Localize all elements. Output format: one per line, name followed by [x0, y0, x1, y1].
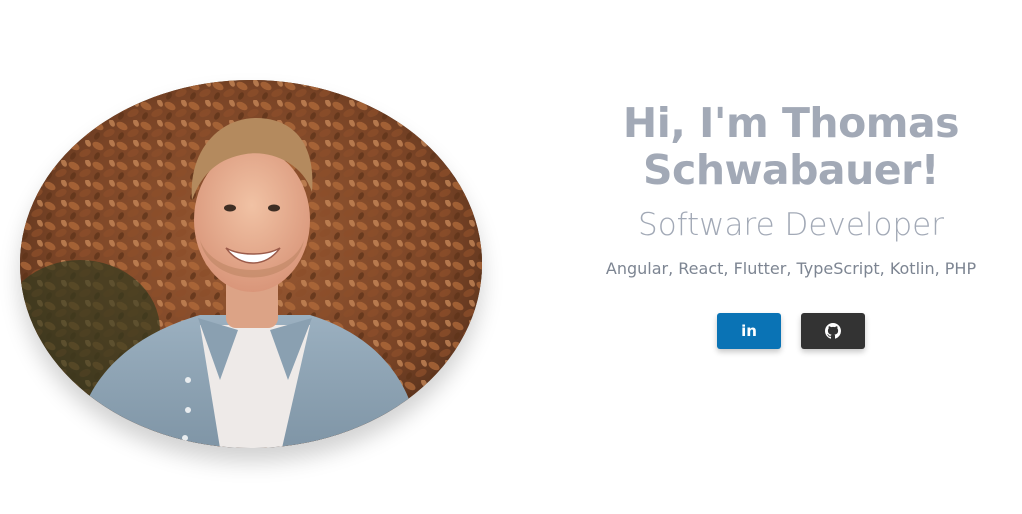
- hero-name: Hi, I'm Thomas Schwabauer!: [622, 99, 960, 194]
- social-links: in: [560, 313, 1022, 349]
- tech-stack: Angular, React, Flutter, TypeScript, Kot…: [605, 259, 977, 278]
- page: Hi, I'm Thomas Schwabauer! Software Deve…: [0, 0, 1022, 514]
- github-button[interactable]: [801, 313, 865, 349]
- hero-role: Software Developer: [638, 207, 944, 243]
- linkedin-button[interactable]: in: [717, 313, 781, 349]
- github-icon: [825, 323, 841, 339]
- linkedin-icon: in: [741, 321, 757, 340]
- profile-photo: [20, 80, 482, 448]
- hero-section: Hi, I'm Thomas Schwabauer! Software Deve…: [560, 100, 1022, 349]
